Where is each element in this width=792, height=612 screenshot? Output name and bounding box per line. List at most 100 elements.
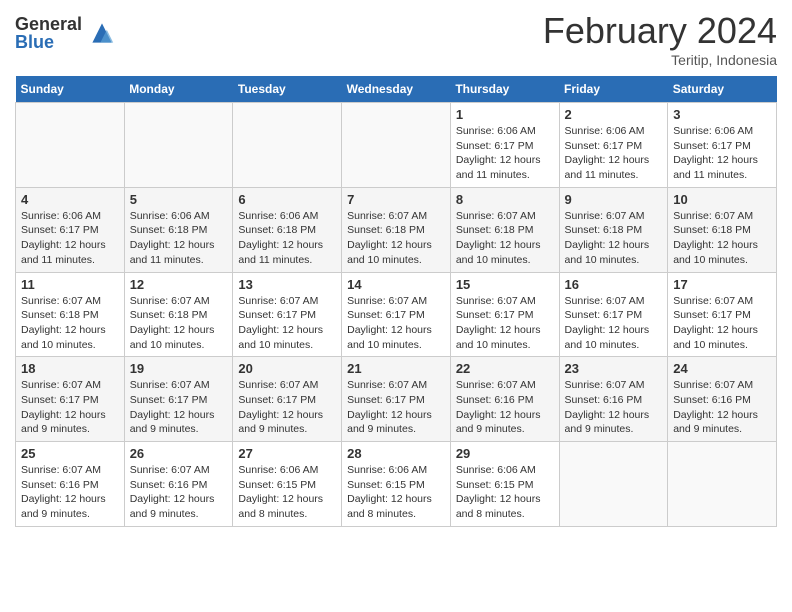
day-info: Sunrise: 6:07 AMSunset: 6:16 PMDaylight:…	[565, 378, 663, 437]
header-cell-wednesday: Wednesday	[342, 76, 451, 103]
logo-blue: Blue	[15, 33, 82, 51]
day-cell: 29 Sunrise: 6:06 AMSunset: 6:15 PMDayligh…	[450, 442, 559, 527]
day-cell: 23 Sunrise: 6:07 AMSunset: 6:16 PMDayligh…	[559, 357, 668, 442]
day-cell	[559, 442, 668, 527]
day-number: 1	[456, 107, 554, 122]
day-cell: 25 Sunrise: 6:07 AMSunset: 6:16 PMDayligh…	[16, 442, 125, 527]
day-info: Sunrise: 6:06 AMSunset: 6:17 PMDaylight:…	[565, 124, 663, 183]
day-cell: 26 Sunrise: 6:07 AMSunset: 6:16 PMDayligh…	[124, 442, 233, 527]
header-cell-tuesday: Tuesday	[233, 76, 342, 103]
day-number: 16	[565, 277, 663, 292]
day-number: 12	[130, 277, 228, 292]
header-cell-monday: Monday	[124, 76, 233, 103]
day-number: 5	[130, 192, 228, 207]
day-info: Sunrise: 6:06 AMSunset: 6:18 PMDaylight:…	[130, 209, 228, 268]
calendar-body: 1 Sunrise: 6:06 AMSunset: 6:17 PMDaylight…	[16, 103, 777, 527]
header-cell-sunday: Sunday	[16, 76, 125, 103]
day-cell: 22Sunrise: 6:07 AMSunset: 6:16 PMDayligh…	[450, 357, 559, 442]
day-cell: 6 Sunrise: 6:06 AMSunset: 6:18 PMDaylight…	[233, 187, 342, 272]
day-info: Sunrise: 6:07 AMSunset: 6:18 PMDaylight:…	[456, 209, 554, 268]
day-info: Sunrise: 6:06 AMSunset: 6:15 PMDaylight:…	[347, 463, 445, 522]
day-number: 25	[21, 446, 119, 461]
day-cell: 11Sunrise: 6:07 AMSunset: 6:18 PMDayligh…	[16, 272, 125, 357]
day-number: 17	[673, 277, 771, 292]
week-row: 1 Sunrise: 6:06 AMSunset: 6:17 PMDaylight…	[16, 103, 777, 188]
logo-icon	[86, 17, 118, 49]
day-number: 2	[565, 107, 663, 122]
day-number: 10	[673, 192, 771, 207]
week-row: 11Sunrise: 6:07 AMSunset: 6:18 PMDayligh…	[16, 272, 777, 357]
day-number: 19	[130, 361, 228, 376]
day-cell: 4 Sunrise: 6:06 AMSunset: 6:17 PMDaylight…	[16, 187, 125, 272]
day-cell: 5 Sunrise: 6:06 AMSunset: 6:18 PMDaylight…	[124, 187, 233, 272]
title-area: February 2024 Teritip, Indonesia	[543, 10, 777, 68]
calendar-table: SundayMondayTuesdayWednesdayThursdayFrid…	[15, 76, 777, 527]
day-cell	[16, 103, 125, 188]
logo-general: General	[15, 15, 82, 33]
day-info: Sunrise: 6:07 AMSunset: 6:17 PMDaylight:…	[238, 294, 336, 353]
day-info: Sunrise: 6:07 AMSunset: 6:18 PMDaylight:…	[565, 209, 663, 268]
day-info: Sunrise: 6:07 AMSunset: 6:17 PMDaylight:…	[130, 378, 228, 437]
day-info: Sunrise: 6:06 AMSunset: 6:15 PMDaylight:…	[456, 463, 554, 522]
day-info: Sunrise: 6:07 AMSunset: 6:16 PMDaylight:…	[673, 378, 771, 437]
day-info: Sunrise: 6:07 AMSunset: 6:17 PMDaylight:…	[673, 294, 771, 353]
day-info: Sunrise: 6:07 AMSunset: 6:17 PMDaylight:…	[347, 378, 445, 437]
day-number: 6	[238, 192, 336, 207]
header-cell-thursday: Thursday	[450, 76, 559, 103]
day-cell: 20Sunrise: 6:07 AMSunset: 6:17 PMDayligh…	[233, 357, 342, 442]
location: Teritip, Indonesia	[543, 52, 777, 68]
day-info: Sunrise: 6:07 AMSunset: 6:17 PMDaylight:…	[456, 294, 554, 353]
day-cell: 17 Sunrise: 6:07 AMSunset: 6:17 PMDayligh…	[668, 272, 777, 357]
day-number: 18	[21, 361, 119, 376]
day-number: 26	[130, 446, 228, 461]
day-cell	[124, 103, 233, 188]
header-row: SundayMondayTuesdayWednesdayThursdayFrid…	[16, 76, 777, 103]
logo-text: General Blue	[15, 15, 82, 51]
day-info: Sunrise: 6:07 AMSunset: 6:18 PMDaylight:…	[130, 294, 228, 353]
day-info: Sunrise: 6:06 AMSunset: 6:18 PMDaylight:…	[238, 209, 336, 268]
day-info: Sunrise: 6:06 AMSunset: 6:17 PMDaylight:…	[21, 209, 119, 268]
day-info: Sunrise: 6:07 AMSunset: 6:17 PMDaylight:…	[565, 294, 663, 353]
day-info: Sunrise: 6:07 AMSunset: 6:18 PMDaylight:…	[673, 209, 771, 268]
day-cell: 24 Sunrise: 6:07 AMSunset: 6:16 PMDayligh…	[668, 357, 777, 442]
day-cell: 21 Sunrise: 6:07 AMSunset: 6:17 PMDayligh…	[342, 357, 451, 442]
day-number: 4	[21, 192, 119, 207]
day-number: 20	[238, 361, 336, 376]
day-cell: 12 Sunrise: 6:07 AMSunset: 6:18 PMDayligh…	[124, 272, 233, 357]
month-title: February 2024	[543, 10, 777, 52]
day-number: 14	[347, 277, 445, 292]
day-number: 15	[456, 277, 554, 292]
day-cell	[233, 103, 342, 188]
day-number: 24	[673, 361, 771, 376]
day-info: Sunrise: 6:06 AMSunset: 6:17 PMDaylight:…	[456, 124, 554, 183]
day-cell: 8Sunrise: 6:07 AMSunset: 6:18 PMDaylight…	[450, 187, 559, 272]
day-number: 28	[347, 446, 445, 461]
day-info: Sunrise: 6:07 AMSunset: 6:17 PMDaylight:…	[21, 378, 119, 437]
week-row: 18 Sunrise: 6:07 AMSunset: 6:17 PMDayligh…	[16, 357, 777, 442]
day-info: Sunrise: 6:07 AMSunset: 6:17 PMDaylight:…	[347, 294, 445, 353]
day-info: Sunrise: 6:06 AMSunset: 6:17 PMDaylight:…	[673, 124, 771, 183]
day-cell: 10 Sunrise: 6:07 AMSunset: 6:18 PMDayligh…	[668, 187, 777, 272]
day-info: Sunrise: 6:07 AMSunset: 6:16 PMDaylight:…	[21, 463, 119, 522]
week-row: 4 Sunrise: 6:06 AMSunset: 6:17 PMDaylight…	[16, 187, 777, 272]
day-info: Sunrise: 6:07 AMSunset: 6:16 PMDaylight:…	[130, 463, 228, 522]
day-cell: 18 Sunrise: 6:07 AMSunset: 6:17 PMDayligh…	[16, 357, 125, 442]
day-cell: 7 Sunrise: 6:07 AMSunset: 6:18 PMDaylight…	[342, 187, 451, 272]
day-cell: 13 Sunrise: 6:07 AMSunset: 6:17 PMDayligh…	[233, 272, 342, 357]
header: General Blue February 2024 Teritip, Indo…	[15, 10, 777, 68]
day-number: 9	[565, 192, 663, 207]
calendar-header: SundayMondayTuesdayWednesdayThursdayFrid…	[16, 76, 777, 103]
day-cell: 16 Sunrise: 6:07 AMSunset: 6:17 PMDayligh…	[559, 272, 668, 357]
day-info: Sunrise: 6:06 AMSunset: 6:15 PMDaylight:…	[238, 463, 336, 522]
day-number: 29	[456, 446, 554, 461]
day-cell: 9 Sunrise: 6:07 AMSunset: 6:18 PMDaylight…	[559, 187, 668, 272]
day-number: 7	[347, 192, 445, 207]
week-row: 25 Sunrise: 6:07 AMSunset: 6:16 PMDayligh…	[16, 442, 777, 527]
day-number: 23	[565, 361, 663, 376]
day-cell: 28 Sunrise: 6:06 AMSunset: 6:15 PMDayligh…	[342, 442, 451, 527]
day-number: 13	[238, 277, 336, 292]
day-number: 21	[347, 361, 445, 376]
day-cell	[668, 442, 777, 527]
day-info: Sunrise: 6:07 AMSunset: 6:18 PMDaylight:…	[347, 209, 445, 268]
day-cell: 27Sunrise: 6:06 AMSunset: 6:15 PMDayligh…	[233, 442, 342, 527]
